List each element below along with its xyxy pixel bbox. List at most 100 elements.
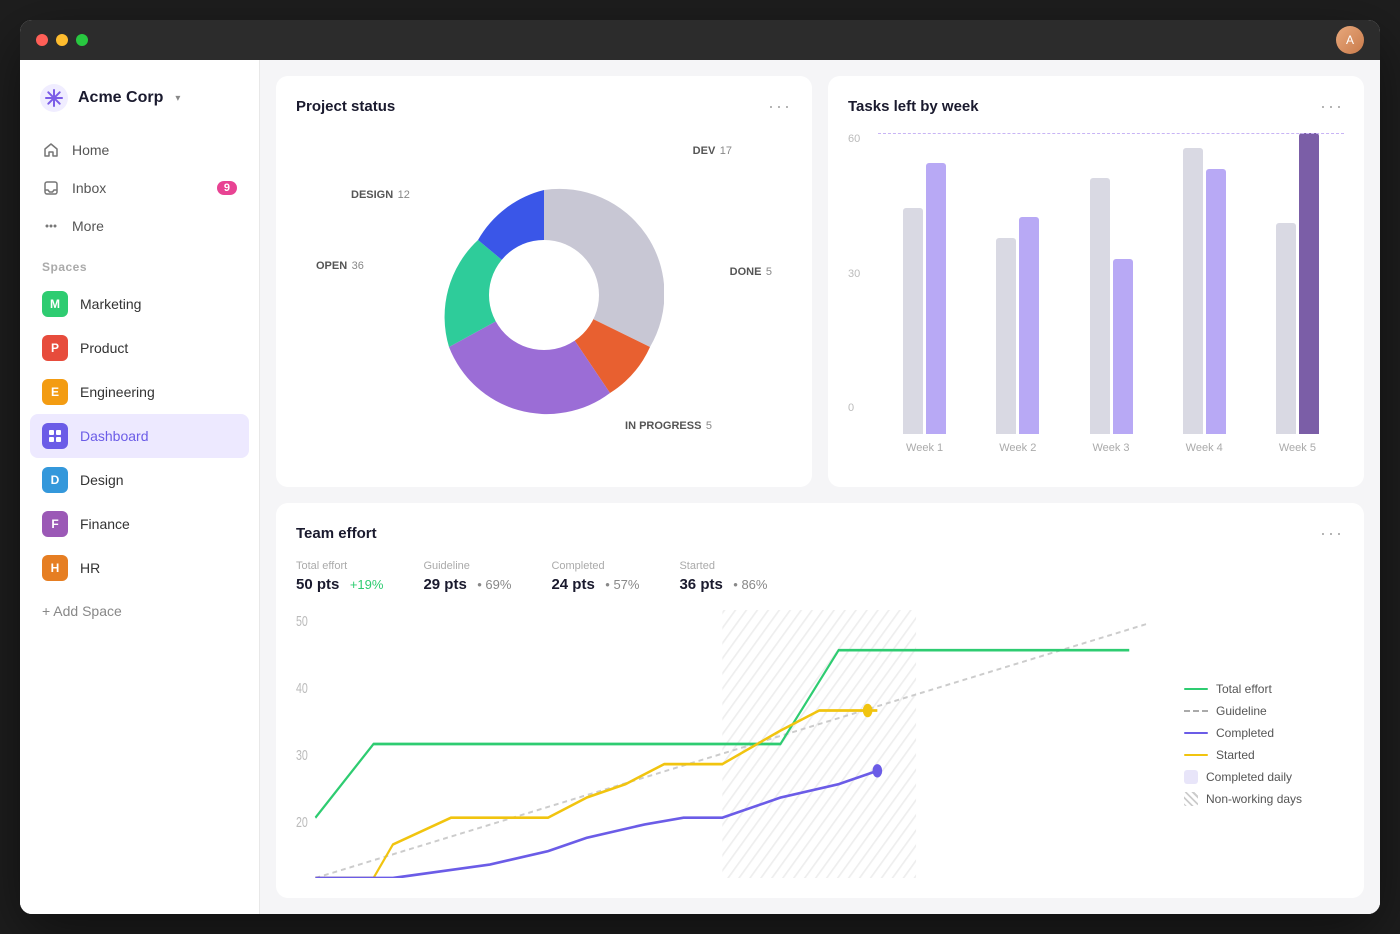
- svg-text:40: 40: [296, 679, 308, 696]
- legend-label-started: Started: [1216, 748, 1255, 762]
- tasks-by-week-header: Tasks left by week ···: [848, 96, 1344, 117]
- nav-item-home[interactable]: Home: [30, 132, 249, 168]
- bar-week5-purple-active: [1299, 133, 1319, 434]
- pie-chart-container: DEV 17 DONE 5 IN PROGRESS 5: [296, 133, 792, 456]
- space-item-hr[interactable]: H HR: [30, 546, 249, 590]
- line-chart-area: 50 40 30 20: [296, 610, 1168, 878]
- minimize-button[interactable]: [56, 34, 68, 46]
- x-label-week1: Week 1: [878, 442, 971, 454]
- stat-total-effort: Total effort 50 pts +19%: [296, 560, 383, 594]
- y-label-60: 60: [848, 133, 860, 145]
- pie-label-design: DESIGN 12: [351, 185, 410, 203]
- inbox-badge: 9: [217, 181, 237, 195]
- space-item-engineering[interactable]: E Engineering: [30, 370, 249, 414]
- bar-group-week1: [878, 133, 971, 434]
- legend-line-blue: [1184, 732, 1208, 734]
- legend-label-guideline: Guideline: [1216, 704, 1267, 718]
- space-item-dashboard[interactable]: Dashboard: [30, 414, 249, 458]
- svg-text:30: 30: [296, 746, 308, 763]
- space-label-hr: HR: [80, 560, 100, 576]
- space-icon-hr: H: [42, 555, 68, 581]
- space-item-product[interactable]: P Product: [30, 326, 249, 370]
- traffic-lights: [36, 34, 88, 46]
- space-icon-engineering: E: [42, 379, 68, 405]
- space-item-finance[interactable]: F Finance: [30, 502, 249, 546]
- logo-icon: [40, 84, 68, 112]
- home-icon: [42, 141, 60, 159]
- project-status-more[interactable]: ···: [768, 96, 792, 117]
- pie-chart-svg: [424, 175, 664, 415]
- space-label-dashboard: Dashboard: [80, 428, 149, 444]
- legend-label-non-working: Non-working days: [1206, 792, 1302, 806]
- space-label-marketing: Marketing: [80, 296, 141, 312]
- inbox-icon: [42, 179, 60, 197]
- guideline: [878, 133, 1344, 134]
- maximize-button[interactable]: [76, 34, 88, 46]
- x-label-week3: Week 3: [1064, 442, 1157, 454]
- stat-guideline: Guideline 29 pts • 69%: [423, 560, 511, 594]
- space-item-marketing[interactable]: M Marketing: [30, 282, 249, 326]
- pie-label-inprogress: IN PROGRESS 5: [625, 416, 712, 434]
- bar-week2-purple: [1019, 217, 1039, 434]
- team-effort-more[interactable]: ···: [1320, 523, 1344, 544]
- legend-label-total-effort: Total effort: [1216, 682, 1272, 696]
- stat-total-effort-pct: +19%: [350, 577, 384, 592]
- space-label-product: Product: [80, 340, 128, 356]
- logo-text: Acme Corp: [78, 89, 163, 107]
- nav-label-more: More: [72, 218, 104, 234]
- stat-completed: Completed 24 pts • 57%: [551, 560, 639, 594]
- legend-line-dashed: [1184, 710, 1208, 712]
- space-icon-product: P: [42, 335, 68, 361]
- tasks-by-week-more[interactable]: ···: [1320, 96, 1344, 117]
- x-label-week4: Week 4: [1158, 442, 1251, 454]
- space-label-finance: Finance: [80, 516, 130, 532]
- space-item-design[interactable]: D Design: [30, 458, 249, 502]
- main-content: Project status ···: [260, 60, 1380, 914]
- more-dots-icon: [42, 217, 60, 235]
- pie-label-done: DONE 5: [730, 262, 772, 280]
- app-window: A Acme Corp ▾: [20, 20, 1380, 914]
- bar-chart-inner: 60 30 0: [848, 133, 1344, 438]
- user-avatar[interactable]: A: [1336, 26, 1364, 54]
- add-space-button[interactable]: + Add Space: [20, 594, 259, 628]
- tasks-by-week-title: Tasks left by week: [848, 98, 979, 115]
- legend-non-working: Non-working days: [1184, 792, 1344, 806]
- stat-completed-pct: • 57%: [605, 577, 639, 592]
- close-button[interactable]: [36, 34, 48, 46]
- space-label-engineering: Engineering: [80, 384, 155, 400]
- bar-group-week2: [971, 133, 1064, 434]
- pie-chart-area: DEV 17 DONE 5 IN PROGRESS 5: [296, 133, 792, 456]
- nav-label-home: Home: [72, 142, 109, 158]
- team-effort-title: Team effort: [296, 525, 377, 542]
- stat-started-value: 36 pts: [679, 576, 722, 593]
- y-label-0: 0: [848, 402, 860, 414]
- bar-group-week5: [1251, 133, 1344, 434]
- sidebar-nav: Home Inbox 9: [20, 132, 259, 244]
- legend-label-completed-daily: Completed daily: [1206, 770, 1292, 784]
- x-label-week5: Week 5: [1251, 442, 1344, 454]
- bar-week4-purple: [1206, 169, 1226, 434]
- nav-item-inbox[interactable]: Inbox 9: [30, 170, 249, 206]
- legend-hatch-box: [1184, 792, 1198, 806]
- legend-total-effort: Total effort: [1184, 682, 1344, 696]
- sidebar: Acme Corp ▾ Home: [20, 60, 260, 914]
- stat-started-label: Started: [679, 560, 767, 572]
- stat-started: Started 36 pts • 86%: [679, 560, 767, 594]
- space-icon-design: D: [42, 467, 68, 493]
- line-chart-svg: 50 40 30 20: [296, 610, 1168, 878]
- pie-label-dev: DEV 17: [693, 141, 732, 159]
- nav-item-more[interactable]: More: [30, 208, 249, 244]
- legend-completed-daily: Completed daily: [1184, 770, 1344, 784]
- team-effort-card: Team effort ··· Total effort 50 pts +19%…: [276, 503, 1364, 898]
- stat-started-pct: • 86%: [733, 577, 767, 592]
- stat-guideline-value: 29 pts: [423, 576, 466, 593]
- spaces-list: M Marketing P Product E Engineering: [20, 282, 259, 590]
- stat-total-effort-label: Total effort: [296, 560, 383, 572]
- bar-group-week4: [1158, 133, 1251, 434]
- legend-guideline: Guideline: [1184, 704, 1344, 718]
- stat-completed-label: Completed: [551, 560, 639, 572]
- project-status-header: Project status ···: [296, 96, 792, 117]
- sidebar-logo[interactable]: Acme Corp ▾: [20, 76, 259, 132]
- svg-text:50: 50: [296, 612, 308, 629]
- bar-week3-gray: [1090, 178, 1110, 434]
